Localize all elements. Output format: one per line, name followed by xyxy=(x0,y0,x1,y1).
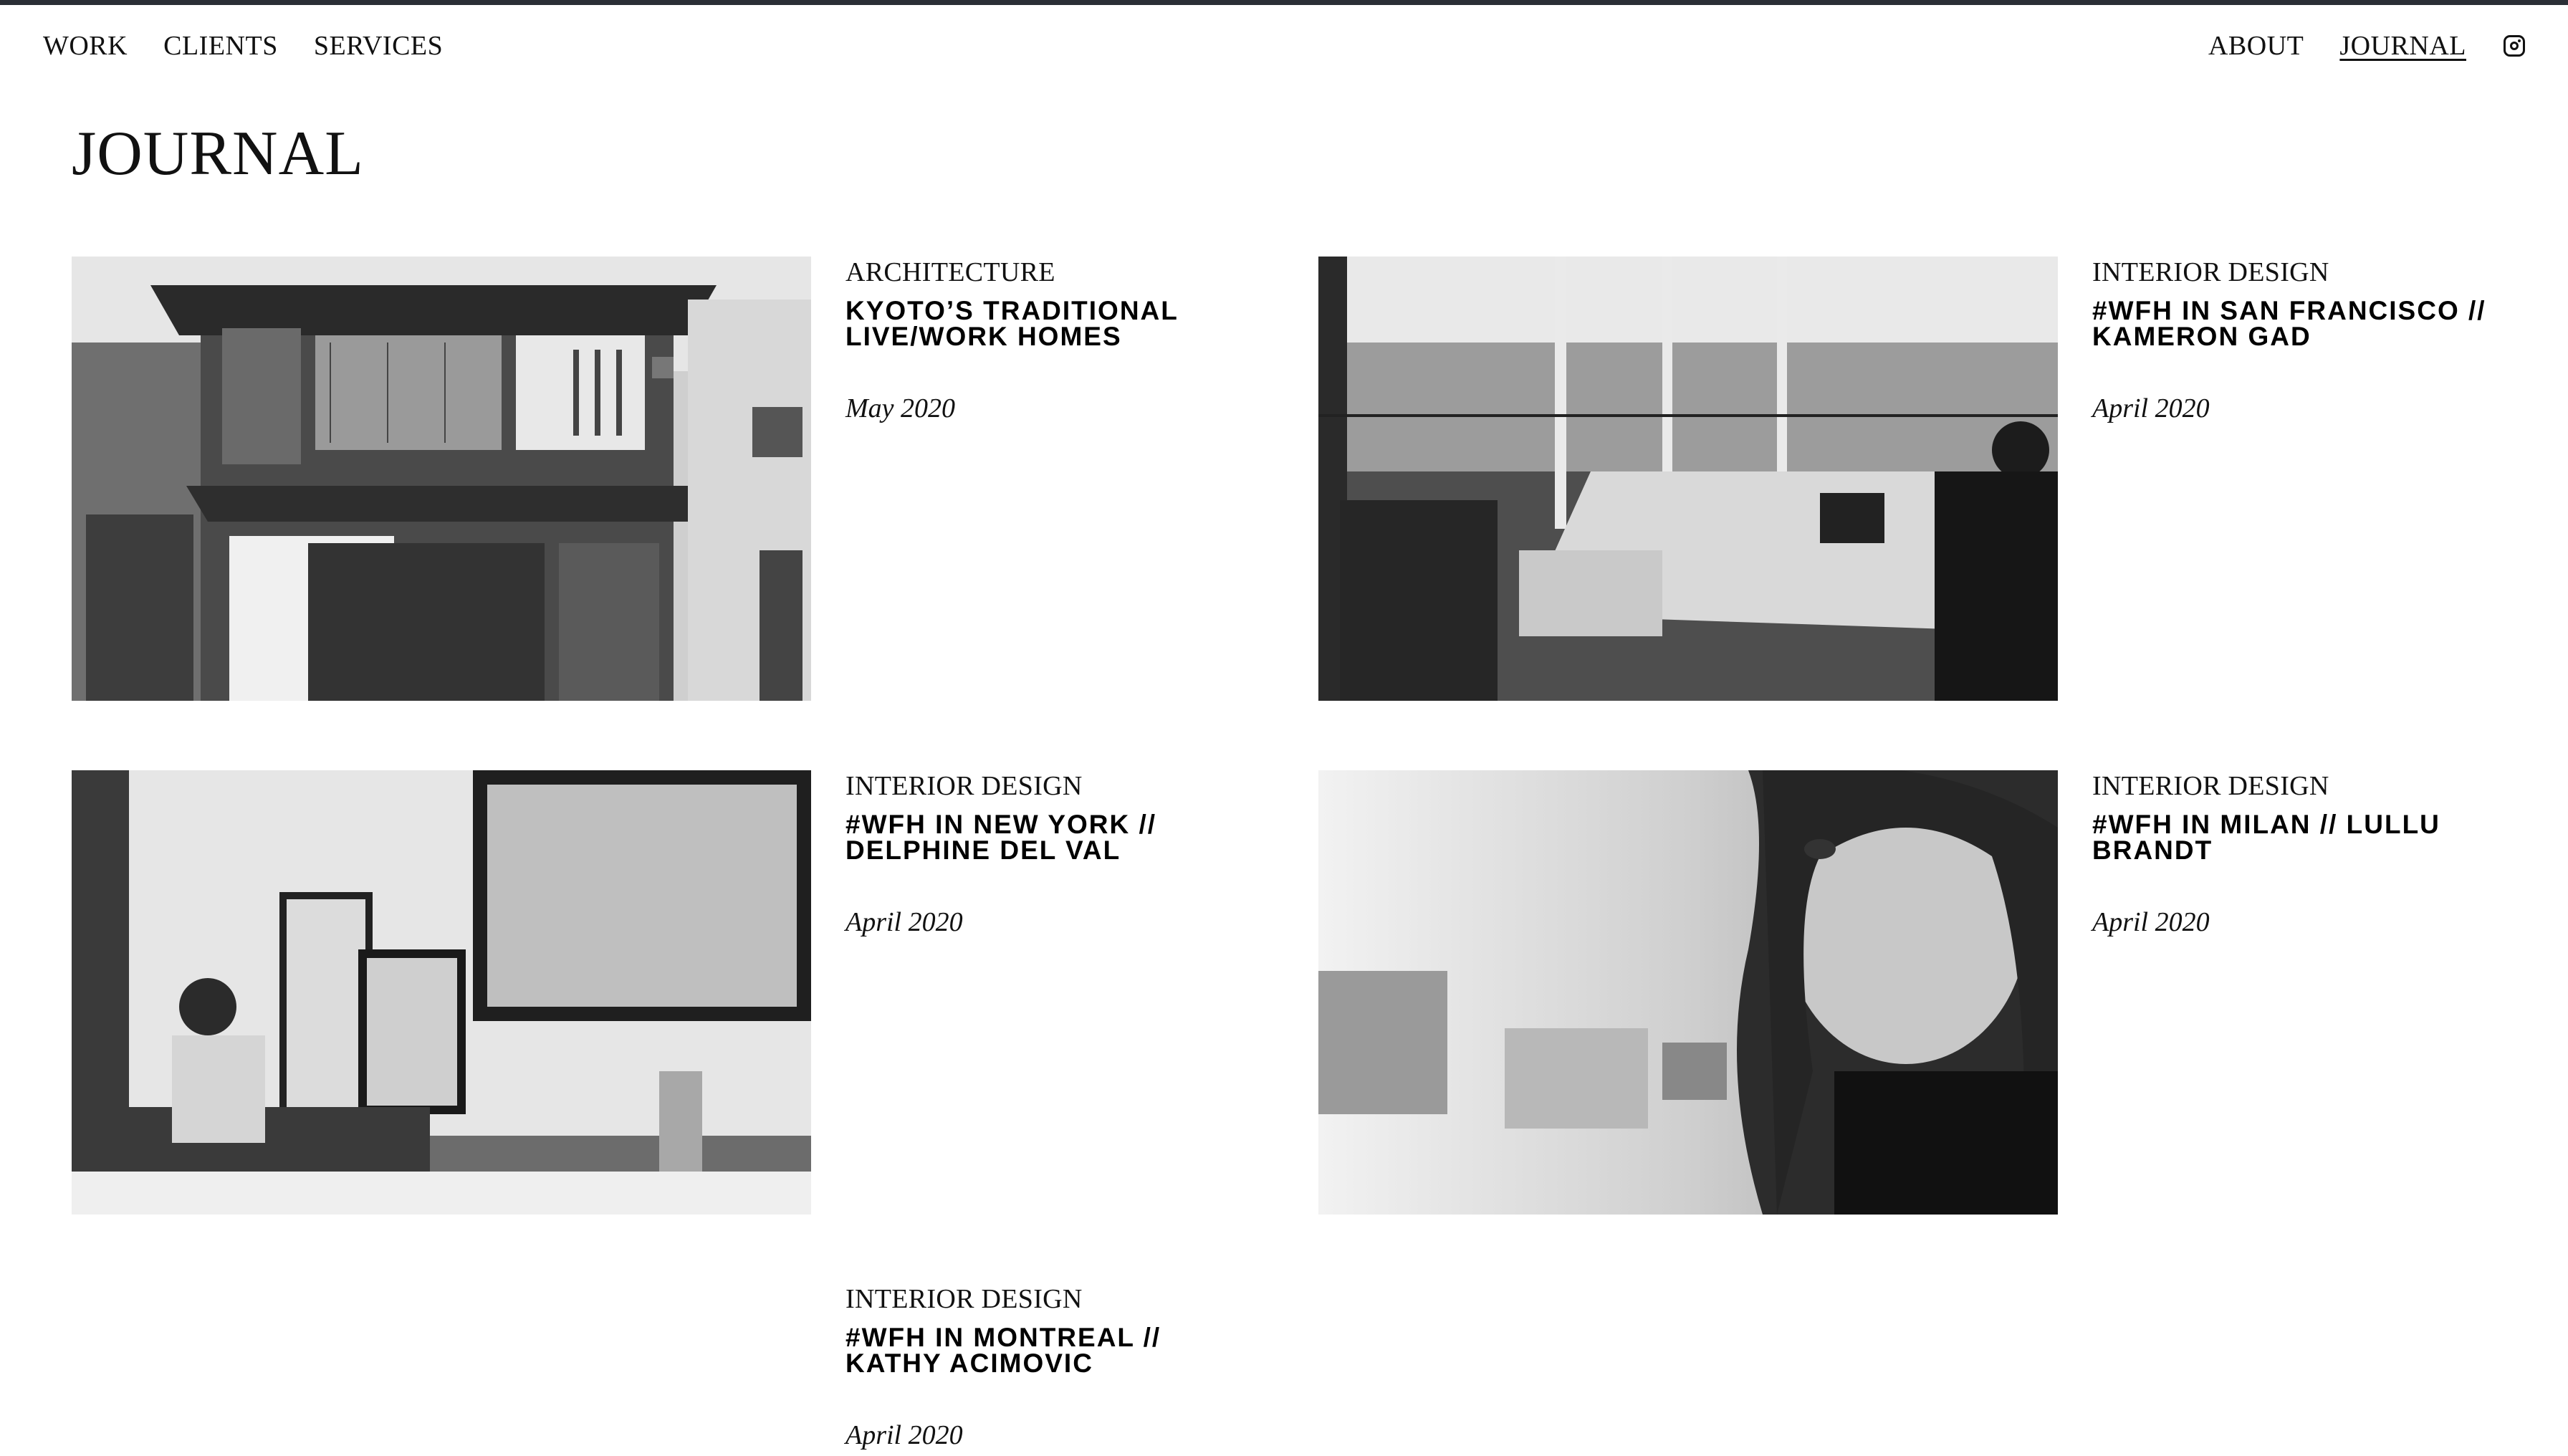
nav-services[interactable]: SERVICES xyxy=(314,27,443,64)
post-date: April 2020 xyxy=(845,907,963,937)
nav-work[interactable]: WORK xyxy=(43,27,128,64)
secondary-nav: ABOUT JOURNAL xyxy=(2172,27,2525,64)
post-meta: INTERIOR DESIGN #WFH IN MONTREAL // KATH… xyxy=(845,1283,1247,1451)
post-category[interactable]: INTERIOR DESIGN xyxy=(845,770,1247,802)
post-title[interactable]: #WFH IN NEW YORK // DELPHINE DEL VAL xyxy=(845,811,1247,863)
nav-clients[interactable]: CLIENTS xyxy=(163,27,278,64)
page-title: JOURNAL xyxy=(72,119,364,188)
post-category[interactable]: INTERIOR DESIGN xyxy=(2092,257,2493,288)
post-title[interactable]: #WFH IN MILAN // LULLU BRANDT xyxy=(2092,811,2493,863)
post-title[interactable]: KYOTO’S TRADITIONAL LIVE/WORK HOMES xyxy=(845,297,1247,350)
post-meta: ARCHITECTURE KYOTO’S TRADITIONAL LIVE/WO… xyxy=(845,257,1247,424)
post-meta: INTERIOR DESIGN #WFH IN SAN FRANCISCO //… xyxy=(2092,257,2493,424)
post-date: April 2020 xyxy=(2092,393,2210,423)
post-category[interactable]: INTERIOR DESIGN xyxy=(2092,770,2493,802)
post-image-kyoto-house[interactable] xyxy=(72,257,811,701)
primary-nav: WORK CLIENTS SERVICES xyxy=(43,27,479,64)
instagram-lens xyxy=(2510,42,2519,50)
instagram-dot xyxy=(2518,39,2521,42)
nav-journal[interactable]: JOURNAL xyxy=(2339,27,2466,64)
post-date: April 2020 xyxy=(2092,907,2210,937)
nav-about[interactable]: ABOUT xyxy=(2208,27,2304,64)
post-image-new-york-room[interactable] xyxy=(72,770,811,1215)
post-date: May 2020 xyxy=(845,393,956,423)
post-date: April 2020 xyxy=(845,1420,963,1450)
instagram-icon[interactable] xyxy=(2504,35,2525,57)
top-border xyxy=(0,0,2568,5)
post-title[interactable]: #WFH IN MONTREAL // KATHY ACIMOVIC xyxy=(845,1324,1247,1376)
post-category[interactable]: ARCHITECTURE xyxy=(845,257,1247,288)
post-image-milan-portrait[interactable] xyxy=(1318,770,2058,1215)
post-image-san-francisco-desk[interactable] xyxy=(1318,257,2058,701)
post-meta: INTERIOR DESIGN #WFH IN NEW YORK // DELP… xyxy=(845,770,1247,938)
post-category[interactable]: INTERIOR DESIGN xyxy=(845,1283,1247,1315)
post-title[interactable]: #WFH IN SAN FRANCISCO // KAMERON GAD xyxy=(2092,297,2493,350)
post-meta: INTERIOR DESIGN #WFH IN MILAN // LULLU B… xyxy=(2092,770,2493,938)
